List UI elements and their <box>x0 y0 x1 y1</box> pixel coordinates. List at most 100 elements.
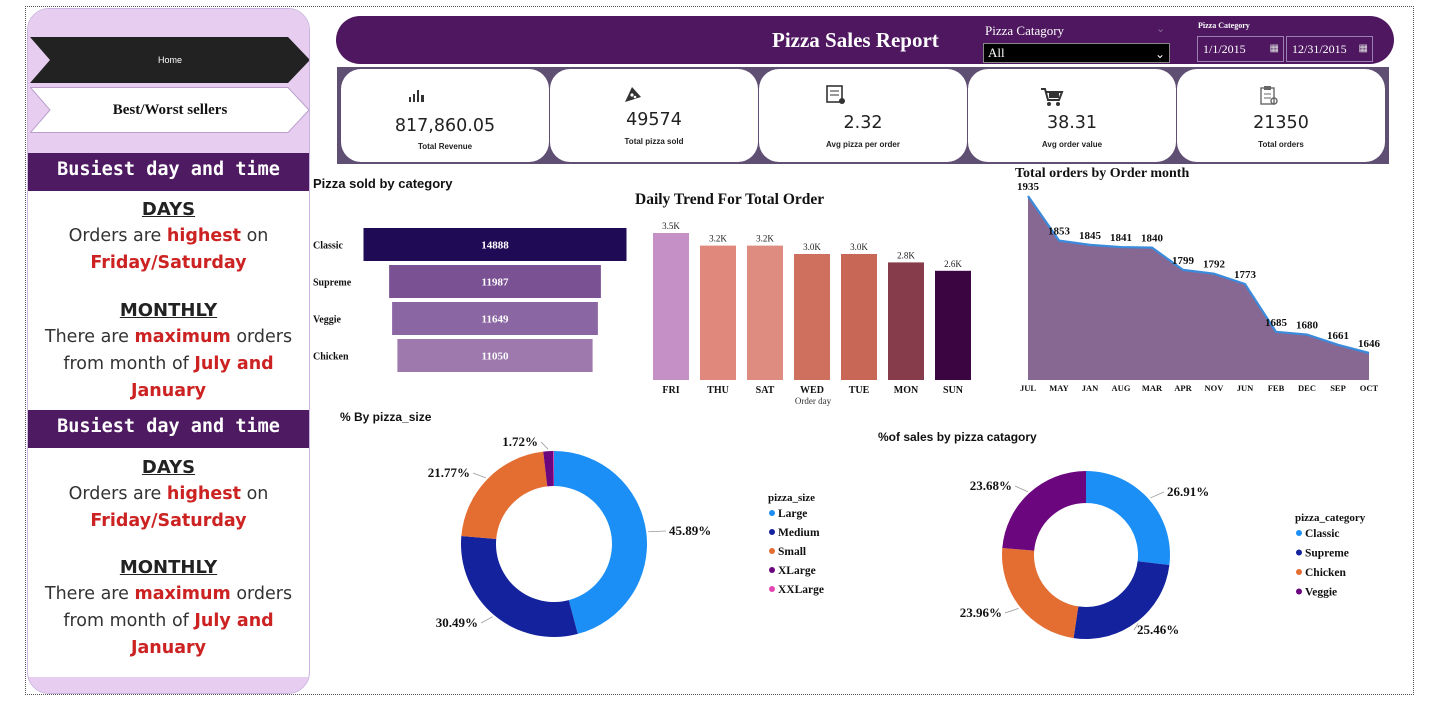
kpi-value: 817,860.05 <box>394 116 496 136</box>
home-button[interactable]: Home <box>30 37 309 83</box>
month-data-label: 1661 <box>1327 330 1349 342</box>
month-data-label: 1792 <box>1203 259 1226 271</box>
monthly-text-line2: from month of July and <box>63 354 274 374</box>
donut-leader-line <box>1150 491 1165 499</box>
home-button-label: Home <box>157 55 182 65</box>
kpi-label: Avg order value <box>1041 140 1103 149</box>
month-tick-label: MAY <box>1049 383 1069 393</box>
daily-data-label: 3.0K <box>850 242 868 252</box>
legend-item-label: Veggie <box>1305 587 1337 599</box>
legend-swatch <box>1296 588 1302 595</box>
monthly-text: There are maximum orders <box>44 584 293 604</box>
legend-item-label: Medium <box>778 527 820 539</box>
calendar-icon[interactable]: ▦ <box>1270 37 1279 61</box>
donut-slice <box>1086 471 1170 566</box>
daily-tick-label: WED <box>800 385 824 396</box>
month-tick-label: APR <box>1174 383 1192 393</box>
daily-tick-label: THU <box>707 385 729 396</box>
kpi-value: 49574 <box>626 110 682 130</box>
kpi-value: 21350 <box>1253 113 1309 133</box>
daily-bar <box>935 270 971 380</box>
days-value: Friday/Saturday <box>90 511 247 531</box>
funnel-category-label: Veggie <box>313 315 342 326</box>
kpi-label: Avg pizza per order <box>826 140 900 149</box>
donut-data-label: 1.72% <box>502 434 538 449</box>
legend-swatch <box>1296 569 1302 575</box>
end-date-value: 12/31/2015 <box>1292 42 1347 56</box>
size-donut-chart: 45.89% 30.49% 21.77% 1.72% pizza_size Large Me… <box>428 434 824 637</box>
kpi-card-total-orders: 21350 Total orders <box>1177 69 1385 162</box>
kpi-value: 2.32 <box>843 113 883 133</box>
monthly-value: January <box>130 381 207 401</box>
legend-item-label: Small <box>778 546 806 558</box>
monthly-heading: MONTHLY <box>119 557 218 578</box>
donut-slice <box>1002 548 1079 639</box>
category-funnel-chart: Classic 14888 Supreme 11987 Veggie 11649 Chick… <box>313 228 627 372</box>
funnel-value-label: 11987 <box>482 277 509 289</box>
category-filter-select[interactable]: All ⌄ <box>983 43 1170 63</box>
days-text: Orders are highest on <box>68 226 269 246</box>
legend-item-label: Large <box>778 508 807 520</box>
receipt-icon <box>826 85 845 104</box>
month-data-label: 1773 <box>1234 269 1257 281</box>
legend-swatch <box>769 529 775 535</box>
month-data-label: 1840 <box>1141 233 1164 245</box>
daily-tick-label: FRI <box>662 385 679 396</box>
clipboard-icon <box>1260 86 1278 105</box>
funnel-value-label: 11649 <box>482 314 509 326</box>
end-date-input[interactable]: 12/31/2015 ▦ <box>1286 36 1373 62</box>
donut-data-label: 21.77% <box>428 465 470 480</box>
daily-data-label: 2.8K <box>897 250 915 260</box>
donut-leader-line <box>480 616 494 624</box>
kpi-label: Total Revenue <box>417 142 473 151</box>
pizza-icon <box>625 87 641 102</box>
monthly-insight: MONTHLY There are maximum orders from mo… <box>28 298 309 405</box>
busiest-banner: Busiest day and time <box>28 410 309 448</box>
date-filter-label: Pizza Category <box>1198 21 1250 30</box>
funnel-value-label: 11050 <box>482 351 509 363</box>
daily-x-axis-label: Order day <box>795 396 832 406</box>
donut-data-label: 26.91% <box>1167 484 1209 499</box>
kpi-card-avg-pizza-per-order: 2.32 Avg pizza per order <box>759 69 967 162</box>
days-insight: DAYS Orders are highest on Friday/Saturd… <box>28 455 309 535</box>
category-donut-chart: 26.91% 25.46% 23.96% 23.68% pizza_category Cl… <box>960 471 1366 639</box>
days-heading: DAYS <box>141 199 196 220</box>
daily-data-label: 3.2K <box>756 234 774 244</box>
best-worst-button-label: Best/Worst sellers <box>112 101 228 118</box>
kpi-card-total-revenue: 817,860.05 Total Revenue <box>341 69 549 162</box>
month-data-label: 1935 <box>1017 183 1040 193</box>
month-data-label: 1841 <box>1110 232 1132 244</box>
days-insight: DAYS Orders are highest on Friday/Saturd… <box>28 197 309 277</box>
funnel-value-label: 14888 <box>481 240 509 252</box>
donut-slice <box>461 535 578 637</box>
legend-swatch <box>769 510 775 516</box>
kpi-label: Total pizza sold <box>624 137 684 146</box>
kpi-label: Total orders <box>1258 140 1304 149</box>
collapse-chevron-icon[interactable]: ⌄ <box>1156 22 1165 35</box>
legend-item-label: XLarge <box>778 565 816 577</box>
daily-bar <box>653 233 689 380</box>
size-donut-title: % By pizza_size <box>340 410 432 424</box>
days-value: Friday/Saturday <box>90 253 247 273</box>
busiest-banner: Busiest day and time <box>28 153 309 191</box>
month-data-label: 1646 <box>1358 338 1381 350</box>
monthly-heading: MONTHLY <box>119 300 218 321</box>
daily-data-label: 3.2K <box>709 234 727 244</box>
legend-item-label: Classic <box>1305 528 1340 540</box>
days-text: Orders are highest on <box>68 484 269 504</box>
daily-data-label: 2.6K <box>944 259 962 269</box>
daily-bar <box>841 254 877 380</box>
month-data-label: 1680 <box>1296 320 1319 332</box>
start-date-input[interactable]: 1/1/2015 ▦ <box>1197 36 1284 62</box>
daily-bar <box>794 254 830 380</box>
calendar-icon[interactable]: ▦ <box>1359 37 1368 61</box>
best-worst-sellers-button[interactable]: Best/Worst sellers <box>30 87 309 133</box>
month-data-label: 1685 <box>1265 317 1288 329</box>
month-data-label: 1845 <box>1079 230 1102 242</box>
funnel-category-label: Supreme <box>313 278 352 289</box>
legend-item-label: XXLarge <box>778 584 824 596</box>
daily-tick-label: SUN <box>943 385 964 396</box>
legend-swatch <box>1296 530 1302 536</box>
donut-leader-line <box>540 441 549 450</box>
month-tick-label: AUG <box>1112 383 1131 393</box>
